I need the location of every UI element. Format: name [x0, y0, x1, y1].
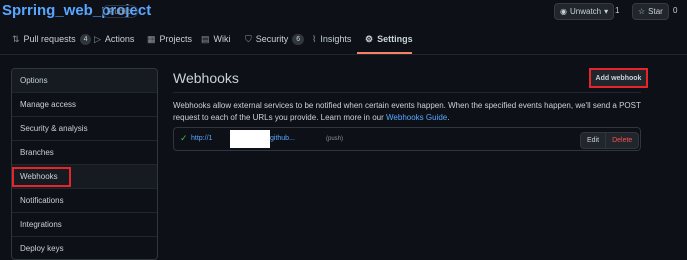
star-icon: ☆ — [638, 7, 646, 16]
sidebar-item-label: Manage access — [20, 100, 77, 109]
gear-icon: ⚙ — [365, 33, 374, 44]
tab-label: Projects — [159, 34, 193, 44]
tab-label: Actions — [104, 34, 135, 44]
tab-actions[interactable]: ▷ Actions — [94, 32, 134, 46]
edit-button[interactable]: Edit — [581, 133, 607, 148]
tab-label: Pull requests — [23, 34, 76, 44]
description-end: . — [447, 113, 450, 122]
redacted-url-block — [230, 130, 270, 148]
page-title: Webhooks — [173, 70, 239, 86]
add-webhook-label: Add webhook — [595, 74, 642, 82]
settings-sidebar: Options Manage access Security & analysi… — [11, 68, 158, 260]
star-button[interactable]: ☆ Star — [632, 3, 669, 20]
sidebar-item-branches[interactable]: Branches — [12, 141, 157, 165]
tab-label: Insights — [320, 34, 352, 44]
sidebar-item-label: Branches — [20, 148, 54, 157]
sidebar-item-label: Options — [20, 76, 48, 85]
tab-insights[interactable]: ⌇ Insights — [312, 32, 351, 46]
add-webhook-button[interactable]: Add webhook — [589, 68, 648, 88]
sidebar-item-manage-access[interactable]: Manage access — [12, 93, 157, 117]
tabs-divider — [0, 54, 687, 55]
unwatch-label: Unwatch — [569, 7, 602, 16]
sidebar-item-deploy-keys[interactable]: Deploy keys — [12, 237, 157, 259]
tab-pull-requests[interactable]: ⇅ Pull requests 4 — [12, 32, 92, 46]
sidebar-item-label: Integrations — [20, 220, 62, 229]
shield-icon: ⛉ — [245, 33, 252, 44]
sidebar-item-security-analysis[interactable]: Security & analysis — [12, 117, 157, 141]
check-icon: ✓ — [180, 133, 188, 143]
sidebar-item-label: Notifications — [20, 196, 64, 205]
eye-icon: ◉ — [560, 7, 567, 16]
project-icon: ▦ — [147, 33, 156, 44]
tab-wiki[interactable]: ▤ Wiki — [201, 32, 231, 46]
webhook-url-suffix[interactable]: github... — [270, 135, 295, 142]
tab-label: Settings — [377, 34, 413, 44]
title-divider — [173, 92, 641, 93]
sidebar-item-label: Security & analysis — [20, 124, 88, 133]
webhooks-highlight-box — [12, 167, 71, 187]
webhook-events: (push) — [326, 136, 344, 142]
security-count: 6 — [292, 33, 305, 45]
sidebar-item-options[interactable]: Options — [12, 69, 157, 93]
delete-button[interactable]: Delete — [606, 133, 638, 148]
pull-request-icon: ⇅ — [12, 33, 20, 44]
star-label: Star — [648, 7, 663, 16]
unwatch-button[interactable]: ◉ Unwatch ▾ — [554, 3, 615, 20]
chevron-down-icon: ▾ — [604, 7, 609, 16]
webhooks-description: Webhooks allow external services to be n… — [173, 100, 643, 124]
pull-requests-count: 4 — [79, 33, 92, 45]
play-icon: ▷ — [94, 33, 101, 44]
webhook-actions: Edit Delete — [580, 132, 640, 149]
tab-label: Wiki — [213, 34, 231, 44]
visibility-badge: Public — [102, 5, 138, 18]
sidebar-item-integrations[interactable]: Integrations — [12, 213, 157, 237]
sidebar-item-label: Deploy keys — [20, 244, 64, 253]
tab-label: Security — [255, 34, 289, 44]
graph-icon: ⌇ — [312, 33, 317, 44]
watch-count[interactable]: 1 — [615, 6, 619, 15]
book-icon: ▤ — [201, 33, 210, 44]
webhook-url-prefix[interactable]: http://1 — [191, 135, 212, 142]
webhooks-guide-link[interactable]: Webhooks Guide — [386, 113, 447, 122]
star-count[interactable]: 0 — [673, 6, 677, 15]
tab-security[interactable]: ⛉ Security 6 — [245, 32, 305, 46]
sidebar-item-notifications[interactable]: Notifications — [12, 189, 157, 213]
tab-projects[interactable]: ▦ Projects — [147, 32, 192, 46]
tab-settings[interactable]: ⚙ Settings — [365, 32, 413, 46]
